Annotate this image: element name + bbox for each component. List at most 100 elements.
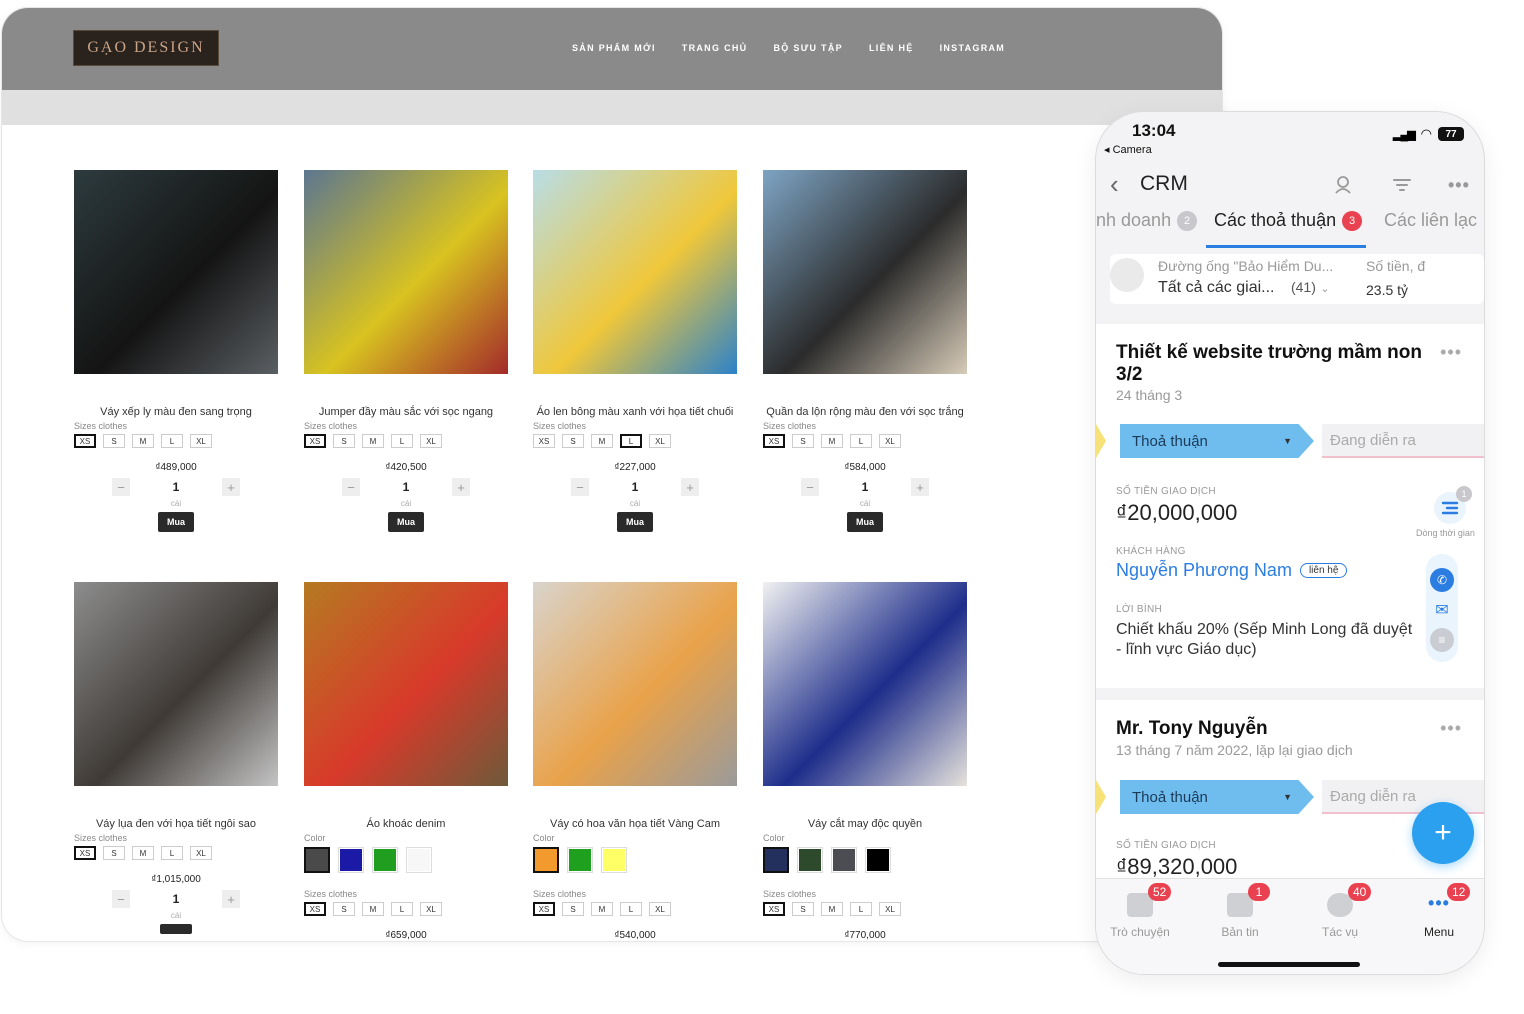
filter-icon[interactable] <box>1392 175 1412 200</box>
size-option[interactable]: S <box>103 846 125 860</box>
quantity-value[interactable]: 1 <box>396 480 416 494</box>
size-option[interactable]: XL <box>879 434 901 448</box>
buy-button[interactable]: Mua <box>617 512 653 532</box>
size-option[interactable]: M <box>591 902 613 916</box>
stage-dropdown[interactable]: Thoả thuận ▼ <box>1120 424 1314 458</box>
next-stage[interactable]: Đang diễn ra <box>1322 424 1484 458</box>
size-option[interactable]: M <box>591 434 613 448</box>
quantity-value[interactable]: 1 <box>855 480 875 494</box>
product-photo[interactable] <box>74 582 278 786</box>
stage-dropdown[interactable]: Thoả thuận ▼ <box>1120 780 1314 814</box>
buy-button[interactable] <box>160 924 192 934</box>
size-option[interactable]: L <box>850 902 872 916</box>
chat-icon[interactable]: ≡ <box>1430 628 1454 652</box>
size-option[interactable]: S <box>103 434 125 448</box>
product-name[interactable]: Váy lụa đen với họa tiết ngôi sao <box>74 818 278 830</box>
size-option[interactable]: M <box>132 846 154 860</box>
mail-icon[interactable]: ✉ <box>1430 598 1454 622</box>
size-option[interactable]: M <box>821 902 843 916</box>
size-option[interactable]: S <box>562 434 584 448</box>
color-swatch[interactable] <box>304 847 330 873</box>
product-card[interactable]: Jumper đầy màu sắc với sọc ngang Sizes cl… <box>304 170 508 532</box>
color-swatch[interactable] <box>372 847 398 873</box>
site-logo[interactable]: GẠO DESIGN <box>73 30 219 66</box>
size-option[interactable]: S <box>333 902 355 916</box>
size-option[interactable]: XS <box>304 902 326 916</box>
search-person-icon[interactable] <box>1334 175 1354 200</box>
quantity-value[interactable]: 1 <box>166 892 186 906</box>
tab-business[interactable]: nh doanh 2 <box>1096 210 1198 231</box>
product-card[interactable]: Váy có hoa văn họa tiết Vàng Cam Color Siz… <box>533 582 737 941</box>
size-option[interactable]: L <box>391 434 413 448</box>
product-name[interactable]: Váy cắt may độc quyền <box>763 818 967 830</box>
buy-button[interactable]: Mua <box>158 512 194 532</box>
size-option[interactable]: XL <box>879 902 901 916</box>
product-name[interactable]: Váy xếp ly màu đen sang trọng <box>74 406 278 418</box>
size-option[interactable]: XL <box>420 902 442 916</box>
decrease-button[interactable]: − <box>801 478 819 496</box>
phone-icon[interactable]: ✆ <box>1430 568 1454 592</box>
nav-news[interactable]: 1 Bản tin <box>1200 883 1280 939</box>
decrease-button[interactable]: − <box>571 478 589 496</box>
size-option[interactable]: S <box>333 434 355 448</box>
buy-button[interactable]: Mua <box>847 512 883 532</box>
size-option[interactable]: XL <box>649 902 671 916</box>
size-option[interactable]: L <box>620 434 642 448</box>
back-chevron-icon[interactable]: ‹ <box>1110 169 1119 200</box>
more-icon[interactable]: ••• <box>1440 718 1462 739</box>
color-swatch[interactable] <box>406 847 432 873</box>
add-deal-button[interactable]: + <box>1412 802 1474 864</box>
size-option[interactable]: S <box>562 902 584 916</box>
product-photo[interactable] <box>304 582 508 786</box>
size-option[interactable]: L <box>391 902 413 916</box>
more-icon[interactable]: ••• <box>1448 175 1470 196</box>
color-swatch[interactable] <box>601 847 627 873</box>
color-swatch[interactable] <box>865 847 891 873</box>
size-option[interactable]: XL <box>649 434 671 448</box>
decrease-button[interactable]: − <box>112 478 130 496</box>
increase-button[interactable]: + <box>681 478 699 496</box>
decrease-button[interactable]: − <box>342 478 360 496</box>
nav-menu[interactable]: ••• 12 Menu <box>1399 883 1479 939</box>
size-option[interactable]: XS <box>533 902 555 916</box>
product-name[interactable]: Váy có hoa văn họa tiết Vàng Cam <box>533 818 737 830</box>
decrease-button[interactable]: − <box>112 890 130 908</box>
product-card[interactable]: Váy lụa đen với họa tiết ngôi sao Sizes c… <box>74 582 278 939</box>
size-option[interactable]: XS <box>533 434 555 448</box>
size-option[interactable]: L <box>850 434 872 448</box>
size-option[interactable]: M <box>132 434 154 448</box>
product-photo[interactable] <box>763 582 967 786</box>
size-option[interactable]: L <box>620 902 642 916</box>
color-swatch[interactable] <box>533 847 559 873</box>
color-swatch[interactable] <box>831 847 857 873</box>
product-card[interactable]: Quần da lộn rộng màu đen với sọc trắng Si… <box>763 170 967 532</box>
tab-contacts[interactable]: Các liên lạc <box>1384 210 1477 231</box>
product-name[interactable]: Jumper đầy màu sắc với sọc ngang <box>304 406 508 418</box>
product-name[interactable]: Áo khoác denim <box>304 818 508 830</box>
pipeline-stage-filter[interactable]: Tất cả các giai... (41) ⌄ <box>1158 279 1330 297</box>
pipeline-selector[interactable]: Đường ống "Bảo Hiểm Du... Tất cả các gia… <box>1110 254 1484 304</box>
product-photo[interactable] <box>74 170 278 374</box>
timeline-button[interactable]: 1 <box>1434 486 1472 524</box>
size-option[interactable]: XL <box>420 434 442 448</box>
product-card[interactable]: Áo len bông màu xanh với họa tiết chuối S… <box>533 170 737 532</box>
increase-button[interactable]: + <box>222 890 240 908</box>
tab-deals[interactable]: Các thoả thuận 3 <box>1214 210 1363 231</box>
size-option[interactable]: XL <box>190 846 212 860</box>
size-option[interactable]: S <box>792 902 814 916</box>
nav-chat[interactable]: 52 Trò chuyện <box>1100 883 1180 939</box>
product-photo[interactable] <box>533 170 737 374</box>
size-option[interactable]: L <box>161 846 183 860</box>
size-option[interactable]: XS <box>763 434 785 448</box>
product-card[interactable]: Áo khoác denim Color Sizes clothes XS S M L XL ₫… <box>304 582 508 941</box>
back-to-camera-link[interactable]: ◂ Camera <box>1104 143 1152 156</box>
quantity-value[interactable]: 1 <box>625 480 645 494</box>
product-photo[interactable] <box>763 170 967 374</box>
color-swatch[interactable] <box>763 847 789 873</box>
increase-button[interactable]: + <box>222 478 240 496</box>
nav-contact[interactable]: LIÊN HỆ <box>869 43 914 53</box>
quantity-value[interactable]: 1 <box>166 480 186 494</box>
size-option[interactable]: XS <box>763 902 785 916</box>
increase-button[interactable]: + <box>911 478 929 496</box>
nav-collection[interactable]: BỘ SƯU TẬP <box>773 43 842 53</box>
